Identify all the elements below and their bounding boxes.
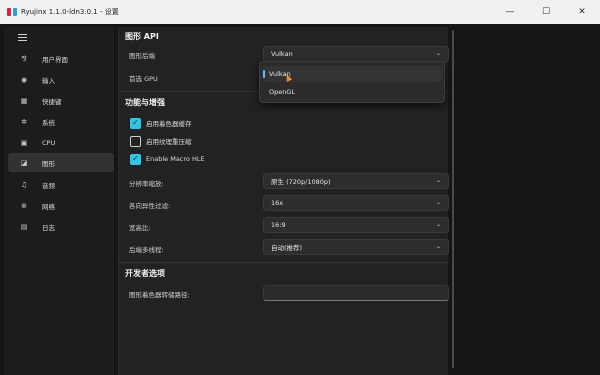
gamepad-icon: ◉	[20, 75, 28, 84]
backend-multithreading-select[interactable]: 自动(推荐) ⌄	[263, 239, 449, 255]
aspect-ratio-select[interactable]: 16:9 ⌄	[263, 217, 449, 233]
sidebar-item-label: 系统	[42, 118, 55, 127]
sidebar-item-cpu[interactable]: ▣ CPU	[8, 133, 114, 152]
hamburger-menu-icon[interactable]	[18, 34, 27, 41]
resolution-scale-select[interactable]: 原生 (720p/1080p) ⌄	[263, 173, 449, 189]
dropdown-option-opengl[interactable]: OpenGL	[262, 84, 442, 100]
music-icon: ♫	[20, 180, 28, 189]
graphics-backend-dropdown: Vulkan OpenGL	[259, 61, 445, 103]
window-controls: — ☐ ✕	[492, 0, 600, 24]
selected-indicator	[263, 70, 265, 78]
texture-recompression-label: 启用纹理重压缩	[146, 138, 192, 146]
checkmark-icon: ✓	[132, 154, 139, 163]
keyboard-icon: ▦	[20, 96, 28, 105]
graphics-backend-select[interactable]: Vulkan ⌄	[263, 46, 449, 62]
aspect-ratio-label: 宽高比:	[129, 224, 151, 232]
title-bar: Ryujinx 1.1.0-ldn3.0.1 - 设置 — ☐ ✕	[0, 0, 600, 24]
backend-multithreading-value: 自动(推荐)	[271, 244, 303, 252]
user-interface-icon: ⅋	[21, 54, 27, 63]
shader-cache-checkbox[interactable]: ✓	[130, 117, 141, 129]
aspect-ratio-value: 16:9	[271, 221, 286, 229]
minimize-button[interactable]: —	[492, 0, 528, 24]
macro-hle-label: Enable Macro HLE	[146, 155, 205, 163]
graphics-api-heading: 图形 API	[125, 32, 159, 41]
chip-icon: ▣	[20, 138, 28, 147]
close-icon: ✕	[578, 7, 586, 17]
globe-icon: ⊕	[21, 201, 27, 210]
image-icon: ◪	[20, 158, 28, 167]
checkmark-icon: ✓	[132, 118, 139, 127]
chevron-down-icon: ⌄	[435, 50, 441, 57]
ryujinx-logo-icon	[7, 7, 17, 17]
dropdown-option-label: OpenGL	[269, 88, 296, 96]
sidebar-item-network[interactable]: ⊕ 网络	[8, 196, 114, 215]
maximize-button[interactable]: ☐	[528, 0, 564, 24]
chevron-down-icon: ⌄	[435, 221, 441, 228]
gear-icon: ✲	[21, 117, 27, 126]
chevron-down-icon: ⌄	[435, 199, 441, 206]
macro-hle-checkbox-row[interactable]: ✓ Enable Macro HLE	[130, 153, 205, 165]
chevron-down-icon: ⌄	[435, 243, 441, 250]
resolution-scale-value: 原生 (720p/1080p)	[271, 178, 331, 186]
anisotropic-filtering-label: 各向异性过滤:	[129, 202, 171, 210]
texture-recompression-checkbox[interactable]	[130, 135, 141, 147]
sidebar-item-label: 网络	[42, 202, 55, 211]
sidebar-item-graphics[interactable]: ◪ 图形	[8, 153, 114, 172]
graphics-backend-value: Vulkan	[271, 50, 293, 58]
sidebar-item-system[interactable]: ✲ 系统	[8, 112, 114, 131]
graphics-backend-label: 图形后端	[129, 52, 155, 60]
developer-options-heading: 开发者选项	[125, 269, 165, 278]
features-heading: 功能与增强	[125, 98, 165, 107]
vertical-scrollbar[interactable]	[452, 30, 454, 368]
shader-cache-label: 启用着色器缓存	[146, 120, 192, 128]
sidebar-item-label: 音频	[42, 181, 55, 190]
maximize-icon: ☐	[541, 7, 551, 17]
minimize-icon: —	[505, 7, 515, 17]
sidebar-item-label: 快捷键	[42, 97, 62, 106]
texture-recompression-checkbox-row[interactable]: 启用纹理重压缩	[130, 135, 192, 147]
preferred-gpu-label: 首选 GPU	[129, 75, 158, 83]
anisotropic-filtering-value: 16x	[271, 199, 284, 207]
close-button[interactable]: ✕	[564, 0, 600, 24]
resolution-scale-label: 分辨率缩放:	[129, 180, 164, 188]
sidebar-item-label: 图形	[42, 159, 55, 168]
graphics-settings-panel: 图形 API 图形后端 Vulkan ⌄ 首选 GPU 功能与增强 ✓ 启用着色…	[118, 27, 449, 375]
anisotropic-filtering-select[interactable]: 16x ⌄	[263, 195, 449, 211]
chevron-down-icon: ⌄	[435, 177, 441, 184]
document-icon: ▤	[20, 222, 28, 231]
sidebar-item-logging[interactable]: ▤ 日志	[8, 217, 114, 236]
sidebar-item-hotkeys[interactable]: ▦ 快捷键	[8, 91, 114, 110]
sidebar-item-label: CPU	[42, 138, 56, 147]
window-title: Ryujinx 1.1.0-ldn3.0.1 - 设置	[21, 8, 119, 16]
sidebar-item-user-interface[interactable]: ⅋ 用户界面	[8, 49, 114, 68]
sidebar-item-label: 输入	[42, 76, 55, 85]
shader-cache-checkbox-row[interactable]: ✓ 启用着色器缓存	[130, 117, 192, 129]
settings-sidebar: ⅋ 用户界面 ◉ 输入 ▦ 快捷键 ✲ 系统 ▣ CPU ◪ 图形 ♫ 音频 ⊕…	[4, 27, 114, 375]
backend-multithreading-label: 后端多线程:	[129, 246, 164, 254]
shader-dump-path-label: 图形着色器转储路径:	[129, 291, 190, 299]
section-divider	[119, 262, 449, 263]
sidebar-item-input[interactable]: ◉ 输入	[8, 70, 114, 89]
sidebar-item-audio[interactable]: ♫ 音频	[8, 175, 114, 194]
macro-hle-checkbox[interactable]: ✓	[130, 153, 141, 165]
sidebar-item-label: 用户界面	[42, 55, 68, 64]
sidebar-item-label: 日志	[42, 223, 55, 232]
shader-dump-path-input[interactable]	[263, 285, 449, 301]
